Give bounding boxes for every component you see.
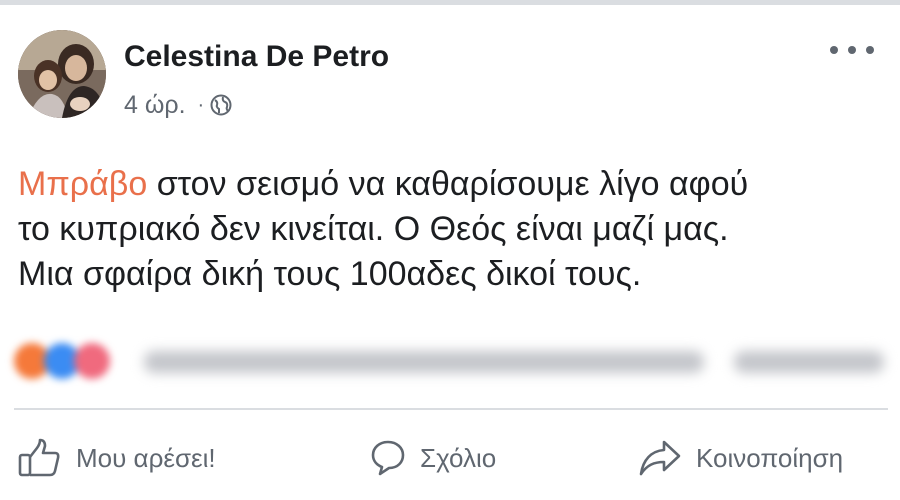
globe-icon[interactable] (210, 94, 232, 116)
meta-separator: · (197, 93, 205, 116)
reaction-icons (14, 343, 134, 379)
post-text-line-1: Μπράβο στον σεισμό να καθαρίσουμε λίγο α… (18, 162, 888, 207)
post-text-line-1-rest: στον σεισμό να καθαρίσουμε λίγο αφού (147, 165, 749, 203)
post-timestamp[interactable]: 4 ώρ. (124, 91, 186, 120)
like-label: Μου αρέσει! (76, 442, 216, 473)
divider (14, 408, 888, 410)
author-name[interactable]: Celestina De Petro (124, 40, 389, 74)
avatar[interactable] (18, 30, 106, 118)
share-button[interactable]: Κοινοποίηση (638, 430, 843, 486)
comment-label: Σχόλιο (420, 442, 497, 473)
comment-button[interactable]: Σχόλιο (370, 430, 496, 486)
share-icon (639, 440, 681, 476)
share-label: Κοινοποίηση (696, 442, 844, 473)
post-meta: 4 ώρ. · (124, 88, 232, 122)
love-reaction-icon (74, 343, 110, 379)
post-actions: Μου αρέσει! Σχόλιο Κοινοποίηση (18, 430, 888, 486)
reactions-summary[interactable] (14, 335, 888, 387)
mention-link[interactable]: Μπράβο (18, 165, 147, 203)
blurred-reaction-names (144, 351, 704, 373)
post-text-line-2: το κυπριακό δεν κινείται. Ο Θεός είναι μ… (18, 210, 729, 248)
post-text-line-3: Μια σφαίρα δική τους 100αδες δικοί τους. (18, 255, 642, 293)
post-header: Celestina De Petro 4 ώρ. · (18, 30, 888, 122)
post-text: Μπράβο στον σεισμό να καθαρίσουμε λίγο α… (18, 162, 888, 297)
more-options-icon[interactable] (830, 38, 874, 62)
thumbs-up-icon (18, 438, 60, 477)
comment-icon (371, 440, 405, 476)
top-border (0, 0, 900, 5)
blurred-comment-count (734, 351, 884, 373)
like-button[interactable]: Μου αρέσει! (18, 430, 216, 486)
